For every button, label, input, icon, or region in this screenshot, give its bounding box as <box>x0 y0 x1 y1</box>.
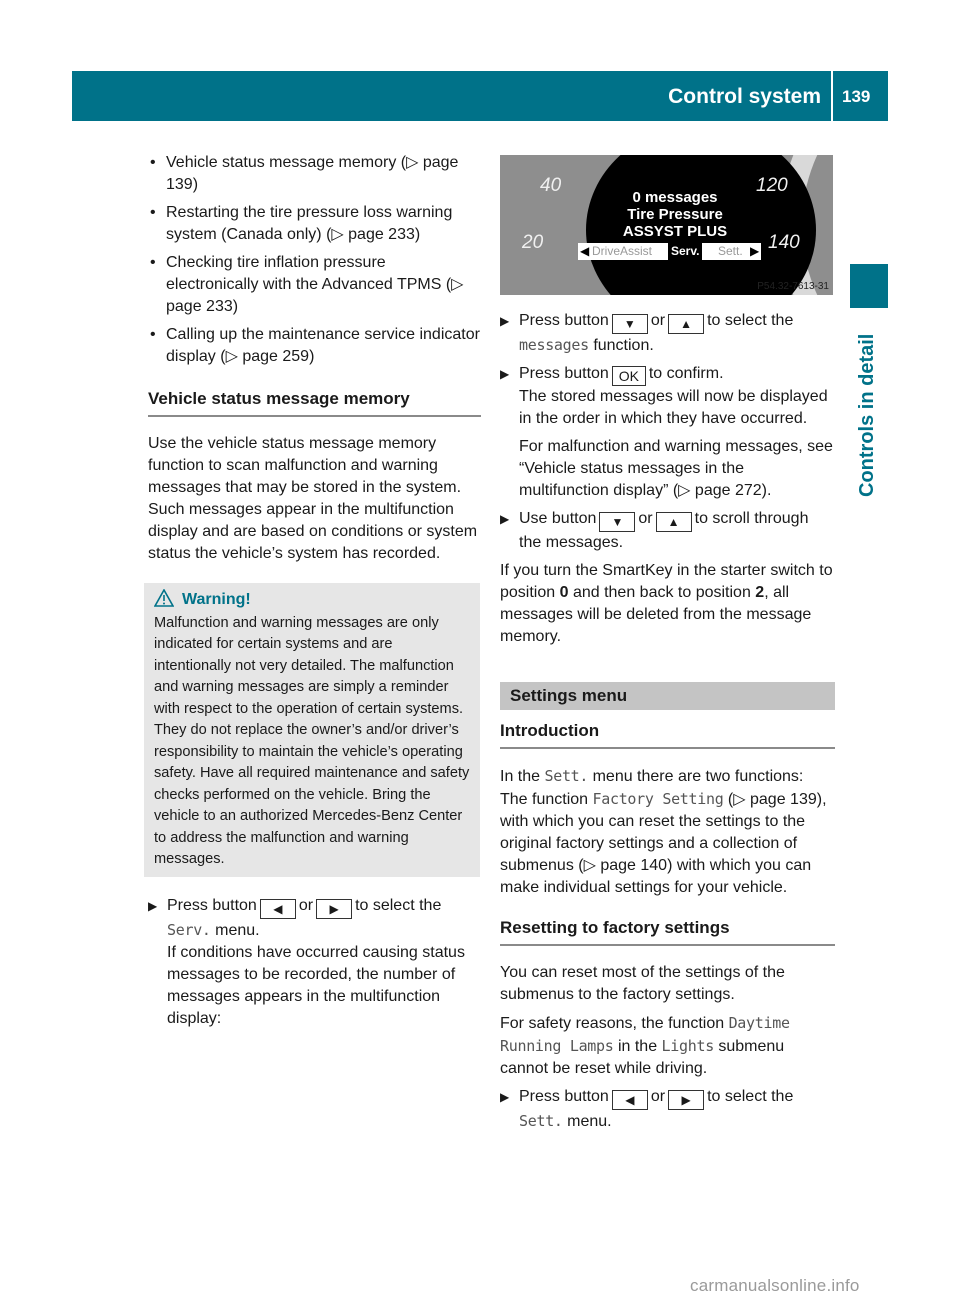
page-number-box: 139 <box>833 71 888 121</box>
introduction-heading: Introduction <box>500 720 835 749</box>
step-arrow-icon: ▶ <box>500 314 510 328</box>
step-arrow-icon: ▶ <box>148 898 158 913</box>
page-ref-link[interactable]: page 272 <box>695 482 762 499</box>
step-arrow-icon: ▶ <box>500 1090 510 1104</box>
instruction-step: ▶ Press button OK to confirm. The stored m… <box>500 363 835 502</box>
up-button-key: ▲ <box>655 512 692 532</box>
section-heading: Vehicle status message memory <box>148 388 481 417</box>
warning-body: Malfunction and warning messages are onl… <box>154 614 470 868</box>
menu-item-driveassist: DriveAssist <box>592 244 653 258</box>
ref-arrow-icon: ▷ <box>583 857 601 874</box>
right-button-key: ▶ <box>668 1090 705 1110</box>
list-item: Vehicle status message memory (▷ page 13… <box>148 152 481 196</box>
speed-label: 140 <box>768 232 800 253</box>
step-detail: If conditions have occurred causing stat… <box>167 943 465 1027</box>
left-column: Vehicle status message memory (▷ page 13… <box>144 152 481 1036</box>
ok-button-key: OK <box>611 366 646 386</box>
step-detail: For malfunction and warning messages, se… <box>519 438 833 499</box>
instruction-step: ▶ Press button ▼ or ▲ to select the messages… <box>500 312 794 354</box>
chapter-label: Controls in detail <box>856 333 878 497</box>
smartkey-paragraph: If you turn the SmartKey in the starter … <box>500 562 833 645</box>
reset-heading: Resetting to factory settings <box>500 917 835 946</box>
up-button-key: ▲ <box>668 314 705 334</box>
section-title: Control system <box>668 85 821 108</box>
warning-box: Warning! Malfunction and warning message… <box>144 583 480 877</box>
list-item: Restarting the tire pressure loss warnin… <box>148 202 481 246</box>
down-button-key: ▼ <box>611 314 648 334</box>
instruction-step: ▶ Press button ◀ or ▶ to select the Serv. me… <box>148 896 465 1027</box>
step-arrow-icon: ▶ <box>500 512 510 526</box>
warning-title: Warning! <box>182 591 251 608</box>
speed-label: 20 <box>522 232 544 253</box>
menu-right-arrow-icon: ▶ <box>750 244 760 258</box>
step-detail: The stored messages will now be displaye… <box>519 388 828 427</box>
page-ref-link[interactable]: page 259 <box>242 348 309 365</box>
step-arrow-icon: ▶ <box>500 367 510 381</box>
reset-paragraph: You can reset most of the settings of th… <box>500 964 785 1003</box>
intro-paragraph: Use the vehicle status message memory fu… <box>148 435 478 562</box>
ref-arrow-icon: ▷ <box>451 276 464 293</box>
list-item: Calling up the maintenance service indic… <box>148 324 481 368</box>
ref-arrow-icon: ▷ <box>678 482 695 499</box>
page-ref-link[interactable]: page 233 <box>348 226 415 243</box>
speed-label: 120 <box>756 175 788 196</box>
menu-name: Sett. <box>519 1112 563 1130</box>
watermark: carmanualsonline.info <box>690 1276 860 1295</box>
instruction-step: ▶ Use button ▼ or ▲ to scroll through the me… <box>500 510 809 551</box>
right-button-key: ▶ <box>316 898 353 919</box>
page-ref-link[interactable]: page 140 <box>600 857 667 874</box>
warning-header: Warning! <box>153 588 472 611</box>
menu-item-serv-selected: Serv. <box>668 243 703 260</box>
settings-menu-heading: Settings menu <box>500 682 835 710</box>
page-ref-link[interactable]: page 233 <box>166 298 233 315</box>
down-button-key: ▼ <box>599 512 636 532</box>
display-line: Tire Pressure <box>627 206 723 223</box>
page-number: 139 <box>842 87 871 106</box>
chapter-tab <box>850 264 888 308</box>
display-line: ASSYST PLUS <box>622 223 728 240</box>
introduction-paragraph: In the Sett. menu there are two function… <box>500 767 827 896</box>
menu-left-arrow-icon: ◀ <box>580 244 590 258</box>
list-item: Checking tire inflation pressure electro… <box>148 252 481 318</box>
ref-arrow-icon: ▷ <box>733 791 750 808</box>
display-line: 0 messages <box>632 189 718 206</box>
function-name: messages <box>519 336 589 354</box>
right-column: ▶ Press button ▼ or ▲ to select the messages… <box>500 310 835 1139</box>
header-bar: Control system <box>72 71 831 121</box>
menu-item-sett: Sett. <box>718 244 743 258</box>
ref-arrow-icon: ▷ <box>225 348 243 365</box>
speed-label: 40 <box>540 175 562 196</box>
ref-arrow-icon: ▷ <box>331 226 349 243</box>
instruction-step: ▶ Press button ◀ or ▶ to select the Sett. me… <box>500 1088 794 1130</box>
menu-name: Serv. <box>167 920 211 939</box>
ref-arrow-icon: ▷ <box>406 154 423 171</box>
figure-id: P54.32-7613-31 <box>757 281 829 292</box>
display-menu-bar: ◀ DriveAssist Serv. Sett. ▶ <box>578 243 761 260</box>
safety-paragraph: For safety reasons, the function Daytime… <box>500 1014 790 1077</box>
instrument-cluster-figure: 40 20 120 140 0 messages Tire Pressure A… <box>500 155 833 295</box>
page-ref-link[interactable]: page 139 <box>750 791 817 808</box>
left-button-key: ◀ <box>611 1090 648 1110</box>
left-button-key: ◀ <box>259 898 296 919</box>
warning-triangle-icon <box>153 588 175 607</box>
